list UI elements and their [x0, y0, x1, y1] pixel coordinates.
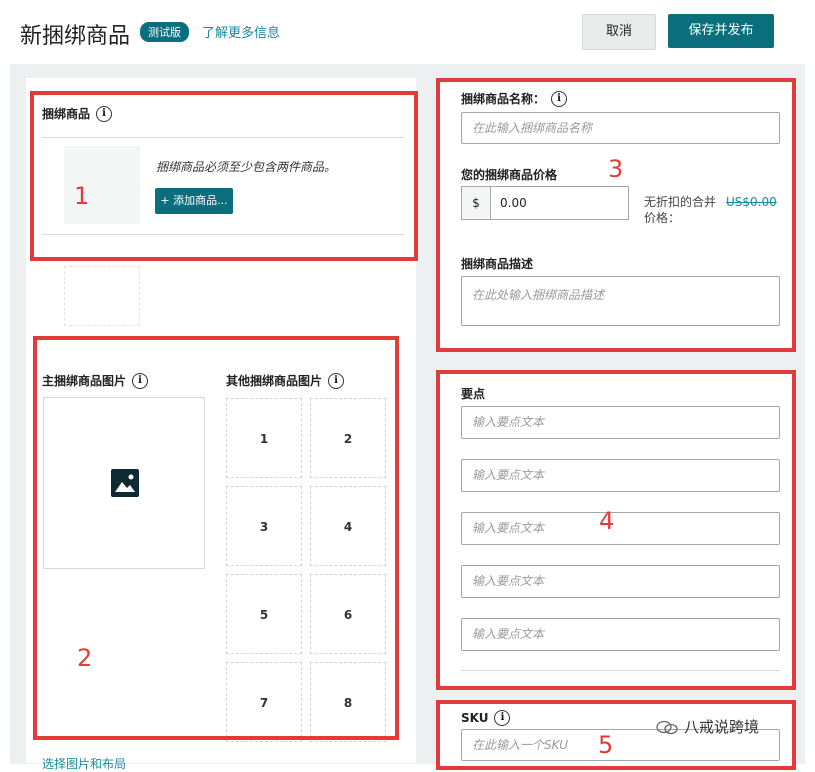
cancel-button[interactable]: 取消 [582, 14, 656, 50]
learn-more-link[interactable]: 了解更多信息 [202, 22, 280, 41]
bundle-name-input[interactable]: 在此输入捆绑商品名称 [461, 112, 780, 144]
watermark: 八戒说跨境 [656, 716, 759, 737]
annotation-box-2 [33, 336, 399, 740]
price-input[interactable]: 0.00 [500, 187, 527, 219]
page-title: 新捆绑商品 [20, 24, 131, 49]
choose-layout-link[interactable]: 选择图片和布局 [42, 755, 126, 772]
bullets-label: 要点 [461, 387, 486, 401]
annotation-number-5: 5 [598, 731, 614, 759]
description-label: 捆绑商品描述 [461, 257, 534, 271]
annotation-number-2: 2 [77, 644, 93, 672]
chat-bubble-icon [656, 720, 678, 734]
sku-heading: SKU i [461, 707, 511, 726]
bullet-input[interactable]: 输入要点文本 [461, 512, 780, 545]
info-icon[interactable]: i [494, 709, 511, 726]
beta-badge: 测试版 [140, 22, 189, 42]
bullet-input[interactable]: 输入要点文本 [461, 459, 780, 492]
product-placeholder [64, 266, 140, 326]
bullet-input[interactable]: 输入要点文本 [461, 565, 780, 598]
bundle-name-label: 捆绑商品名称： [461, 92, 546, 106]
undiscounted-label: 无折扣的合并价格： [644, 195, 717, 225]
watermark-text: 八戒说跨境 [684, 718, 760, 736]
annotation-number-1: 1 [74, 182, 90, 210]
divider [461, 670, 780, 671]
annotation-number-3: 3 [608, 155, 624, 183]
annotation-number-4: 4 [599, 507, 615, 535]
info-icon[interactable]: i [551, 90, 568, 107]
save-publish-button[interactable]: 保存并发布 [668, 14, 774, 48]
description-textarea[interactable]: 在此处输入捆绑商品描述 [461, 276, 780, 326]
annotation-box-1 [30, 91, 418, 261]
sku-label: SKU [461, 711, 489, 725]
currency-symbol: $ [462, 187, 491, 219]
bullet-input[interactable]: 输入要点文本 [461, 618, 780, 651]
bundle-name-heading: 捆绑商品名称： i [461, 88, 568, 107]
bullet-input[interactable]: 输入要点文本 [461, 406, 780, 439]
price-label: 您的捆绑商品价格 [461, 168, 558, 182]
price-field[interactable]: $ 0.00 [461, 186, 629, 220]
undiscounted-value: US$0.00 [726, 195, 777, 209]
